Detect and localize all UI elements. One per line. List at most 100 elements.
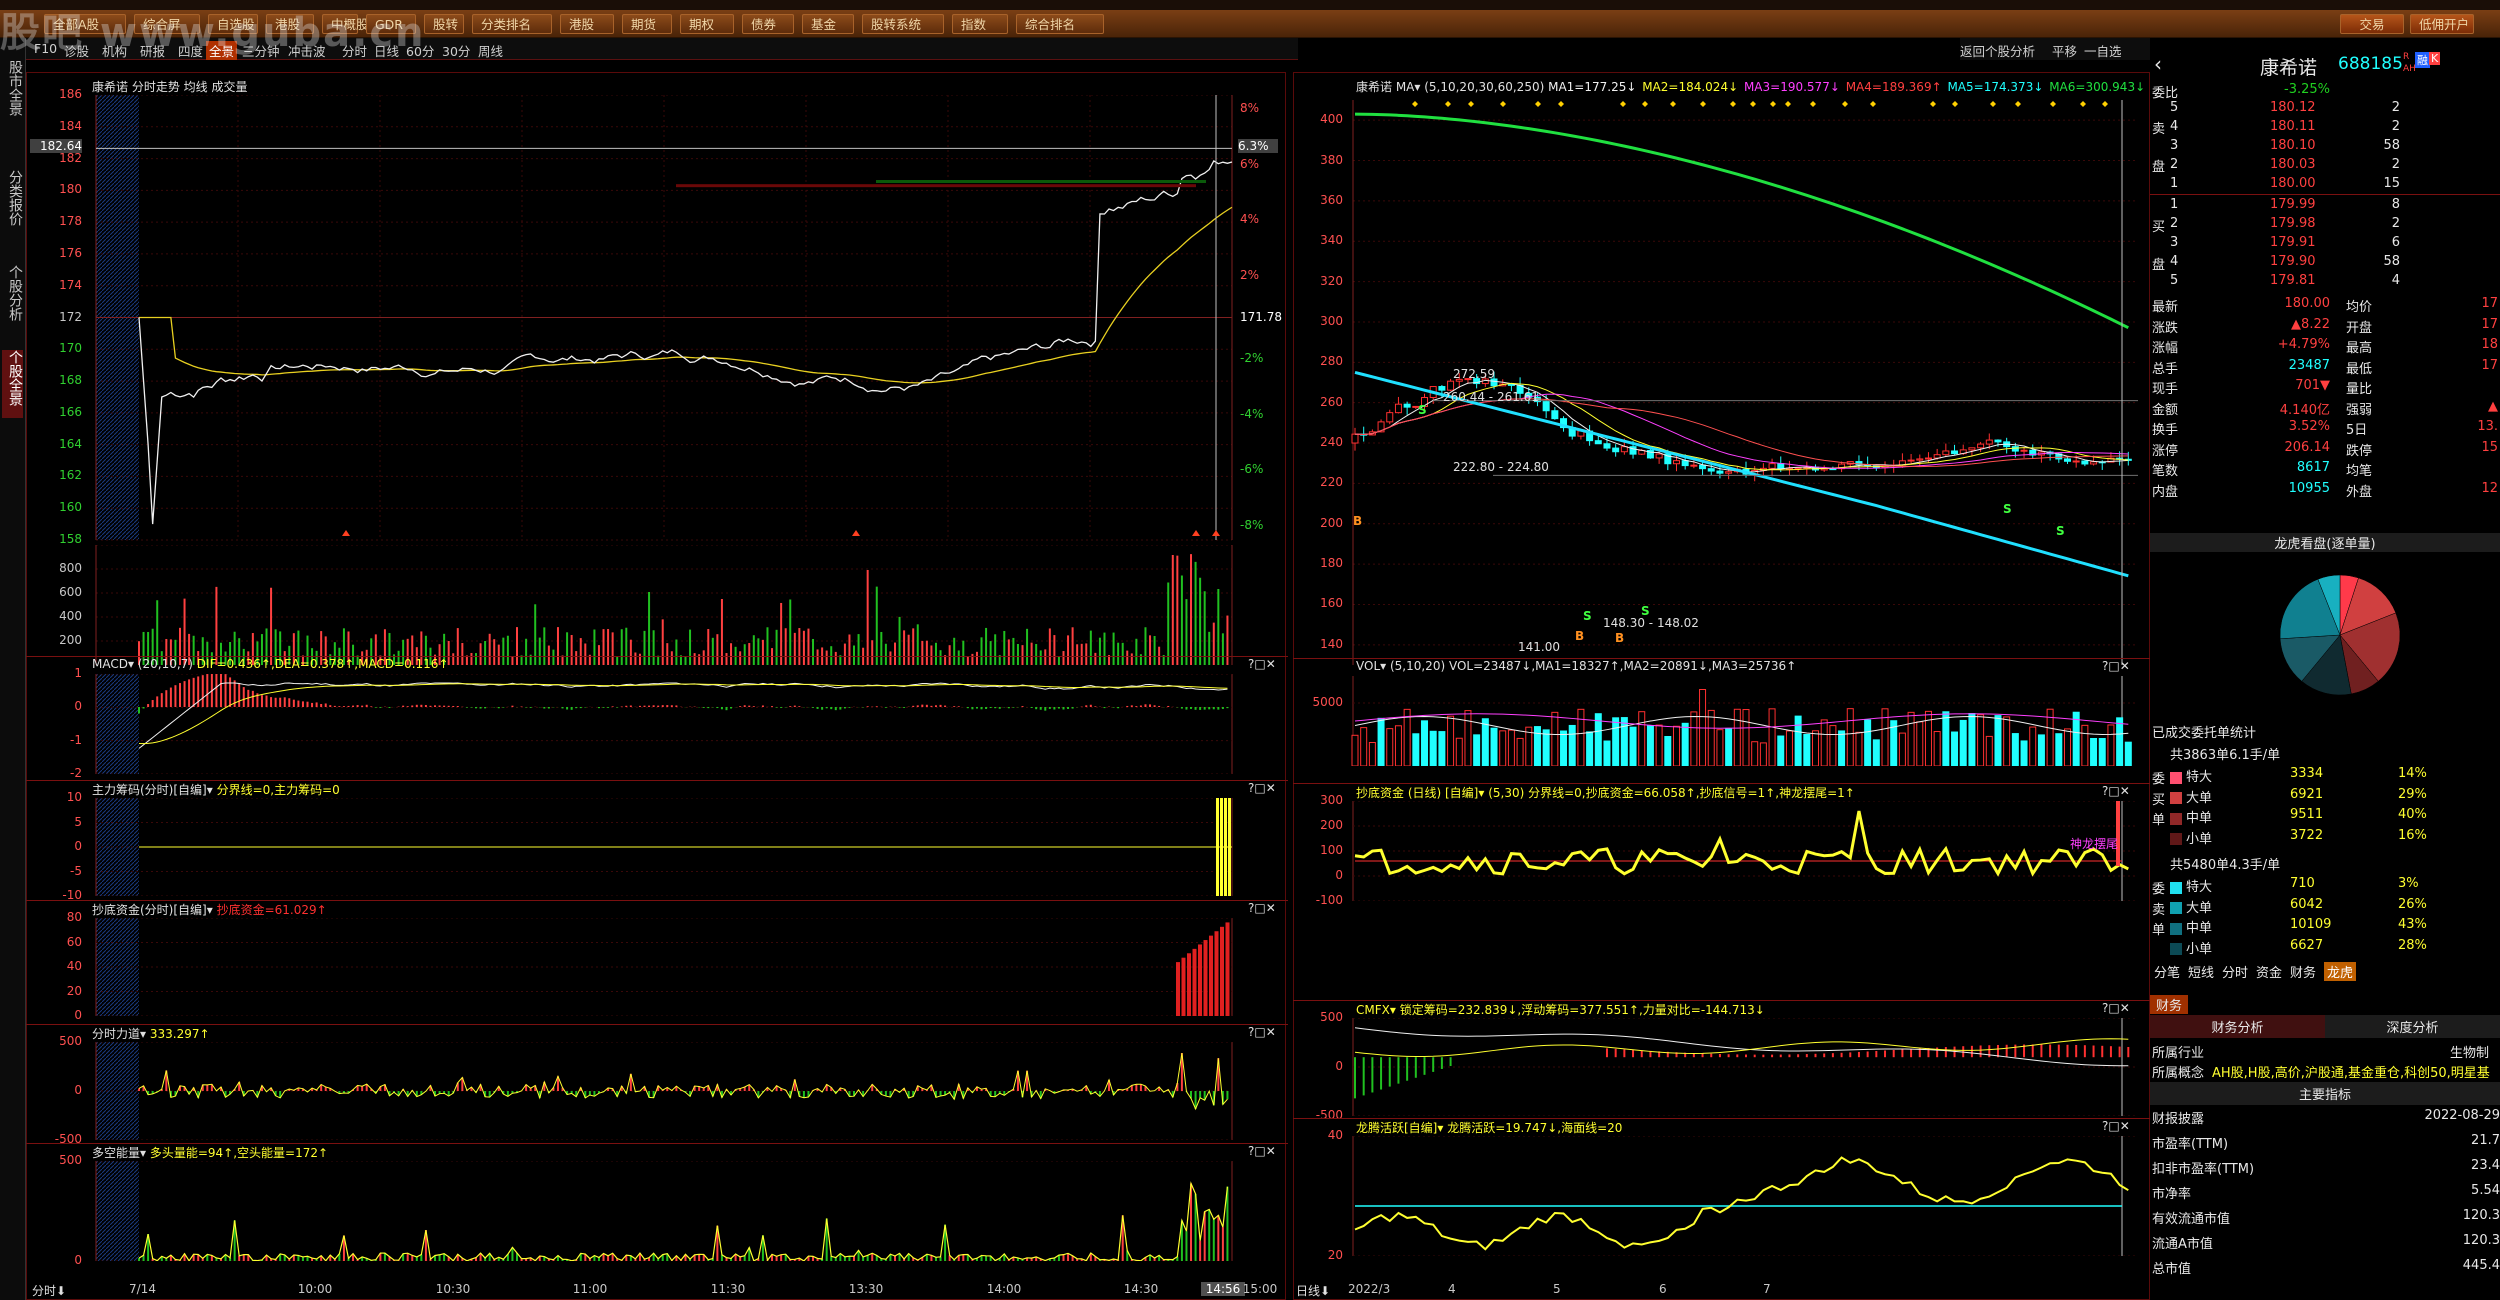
vol-bar (2063, 728, 2071, 766)
daily-sub-tick: 200 (1320, 818, 1343, 832)
left-tab-0[interactable]: 股市全景 (2, 60, 23, 128)
daily-sub-ctrl-0[interactable]: ?□✕ (2102, 659, 2130, 673)
fin-val: 2022-08-29 (2424, 1108, 2500, 1123)
vol-bar (1646, 725, 1654, 766)
left-tab-2[interactable]: 个股分析 (2, 265, 23, 333)
fin-label: 总市值 (2152, 1262, 2192, 1277)
vol-bar (1560, 730, 1568, 766)
menu-item-13[interactable]: 股转系统 (862, 14, 944, 34)
menu-item-7[interactable]: 分类排名 (472, 14, 552, 34)
quote-tab-3[interactable]: 资金 (2256, 962, 2282, 981)
menu-right-1[interactable]: 低佣开户 (2410, 14, 2474, 34)
fin-tab[interactable]: 财务 (2150, 995, 2189, 1014)
sell-vol: 2 (2391, 119, 2400, 134)
signal-marker (852, 530, 860, 536)
sell-row-pct: 28% (2398, 937, 2427, 953)
daily-tool-2[interactable]: 一自选 (2084, 41, 2122, 60)
daily-ma-title[interactable]: 康希诺 MA▾ (5,10,20,30,60,250) (1356, 80, 1548, 94)
candle-body (1620, 446, 1628, 453)
vol-bar (2098, 738, 2106, 766)
daily-sub-ctrl-1[interactable]: ?□✕ (2102, 784, 2130, 798)
candle-body (1386, 412, 1394, 423)
vol-bar (1872, 739, 1880, 766)
menu-item-11[interactable]: 债券 (742, 14, 794, 34)
daily-sub-header-1[interactable]: 抄底资金 (日线) [自编]▾ (5,30) 分界线=0,抄底资金=66.058… (1356, 784, 1855, 801)
daily-tool-0[interactable]: 返回个股分析 (1960, 41, 2035, 60)
sell-side-char: 单 (2152, 923, 2166, 938)
sell-price: 180.03 (2270, 157, 2316, 172)
ind-header-2: 抄底资金(分时)[自编]▾ 抄底资金=61.029↑ (92, 901, 327, 918)
daily-sub-ctrl-3[interactable]: ?□✕ (2102, 1119, 2130, 1133)
stat-label: 最新 (2152, 300, 2179, 315)
daily-sub-header-3[interactable]: 龙腾活跃[自编]▾ 龙腾活跃=19.747↓,海面线=20 (1356, 1119, 1622, 1136)
menu-item-8[interactable]: 港股 (560, 14, 614, 34)
signal-diamond (1770, 101, 1776, 107)
quote-tab-1[interactable]: 短线 (2188, 962, 2214, 981)
chaodi-bar (1209, 935, 1213, 1016)
menu-item-9[interactable]: 期货 (622, 14, 672, 34)
daily-date: 2022/3 (1348, 1282, 1391, 1296)
ind-tick: 0 (74, 1083, 82, 1097)
buy-row-label: 大单 (2170, 787, 2212, 806)
left-tab-3[interactable]: 个股全景 (2, 350, 23, 418)
ind-ctrl-0[interactable]: ?□✕ (1248, 657, 1276, 671)
candle-body (1977, 443, 1985, 449)
stat-val2: 18 (2481, 337, 2498, 352)
daily-tool-1[interactable]: 平移 (2052, 41, 2077, 60)
stat-val: 23487 (2288, 357, 2330, 373)
buy-side: 买 (2152, 220, 2166, 235)
vol-bar (2072, 711, 2080, 766)
menu-item-14[interactable]: 指数 (952, 14, 1008, 34)
ind-ctrl-2[interactable]: ?□✕ (1248, 901, 1276, 915)
quote-tab-4[interactable]: 财务 (2290, 962, 2316, 981)
toolbar-11[interactable]: 30分 (442, 41, 470, 60)
stat-val: 8617 (2296, 460, 2330, 475)
buy-side-char: 单 (2152, 813, 2166, 828)
daily-sub-header-0[interactable]: VOL▾ (5,10,20) VOL=23487↓,MA1=18327↑,MA2… (1356, 659, 1796, 673)
ind-title-3[interactable]: 分时力道▾ (92, 1027, 150, 1041)
zhuli-bar (1216, 798, 1219, 896)
daily-sub-tick: 100 (1320, 843, 1343, 857)
main-idx: 主要指标 (2150, 1082, 2500, 1105)
done-title: 已成交委托单统计 (2152, 726, 2257, 741)
ind-tick: 10 (66, 790, 82, 804)
stat-label2: 量比 (2346, 382, 2373, 397)
menu-item-10[interactable]: 期权 (680, 14, 734, 34)
quote-tab-2[interactable]: 分时 (2222, 962, 2248, 981)
ind-ctrl-3[interactable]: ?□✕ (1248, 1025, 1276, 1039)
fin-sub-1[interactable]: 深度分析 (2325, 1015, 2500, 1038)
menu-item-6[interactable]: 股转 (424, 14, 464, 34)
ind-title-1[interactable]: 主力筹码(分时)[自编]▾ (92, 783, 217, 797)
daily-kline (1351, 100, 2138, 665)
ma4-line (1354, 398, 2129, 468)
candle-body (1603, 443, 1611, 449)
daily-sub-ctrl-2[interactable]: ?□✕ (2102, 1001, 2130, 1015)
back-arrow[interactable]: ‹ (2154, 52, 2162, 76)
left-tab-strip: 股市全景分类报价个股分析个股全景 (0, 38, 26, 1300)
toolbar-12[interactable]: 周线 (478, 41, 503, 60)
ind-ctrl-1[interactable]: ?□✕ (1248, 781, 1276, 795)
ind-title-0[interactable]: MACD▾ (20,10,7) (92, 657, 197, 671)
stat-val2: 13. (2477, 419, 2498, 434)
pct-tick: 4% (1240, 212, 1260, 227)
signal-diamond (2015, 101, 2021, 107)
intraday-bottom-label[interactable]: 分时⬇ (32, 1282, 66, 1299)
menu-right-0[interactable]: 交易 (2340, 14, 2404, 34)
signal-diamond (1870, 101, 1876, 107)
fin-sub-0[interactable]: 财务分析 (2150, 1015, 2325, 1038)
daily-sub-header-2[interactable]: CMFX▾ 锁定筹码=232.839↓,浮动筹码=377.551↑,力量对比=-… (1356, 1001, 1765, 1018)
ind-title-4[interactable]: 多空能量▾ (92, 1146, 150, 1160)
ind-ctrl-4[interactable]: ?□✕ (1248, 1144, 1276, 1158)
bs-signal-5: S (1641, 604, 1650, 619)
price-tick: 176 (59, 245, 82, 260)
candle-body (1551, 410, 1559, 420)
sell-vol: 15 (2383, 176, 2400, 191)
ind-title-2[interactable]: 抄底资金(分时)[自编]▾ (92, 903, 217, 917)
menu-item-12[interactable]: 基金 (802, 14, 854, 34)
menu-item-15[interactable]: 综合排名 (1016, 14, 1104, 34)
quote-tab-5[interactable]: 龙虎 (2324, 962, 2357, 981)
quote-tab-0[interactable]: 分笔 (2154, 962, 2180, 981)
daily-bottom-label[interactable]: 日线⬇ (1296, 1282, 1330, 1299)
candle-body (2011, 446, 2019, 452)
left-tab-1[interactable]: 分类报价 (2, 170, 23, 238)
